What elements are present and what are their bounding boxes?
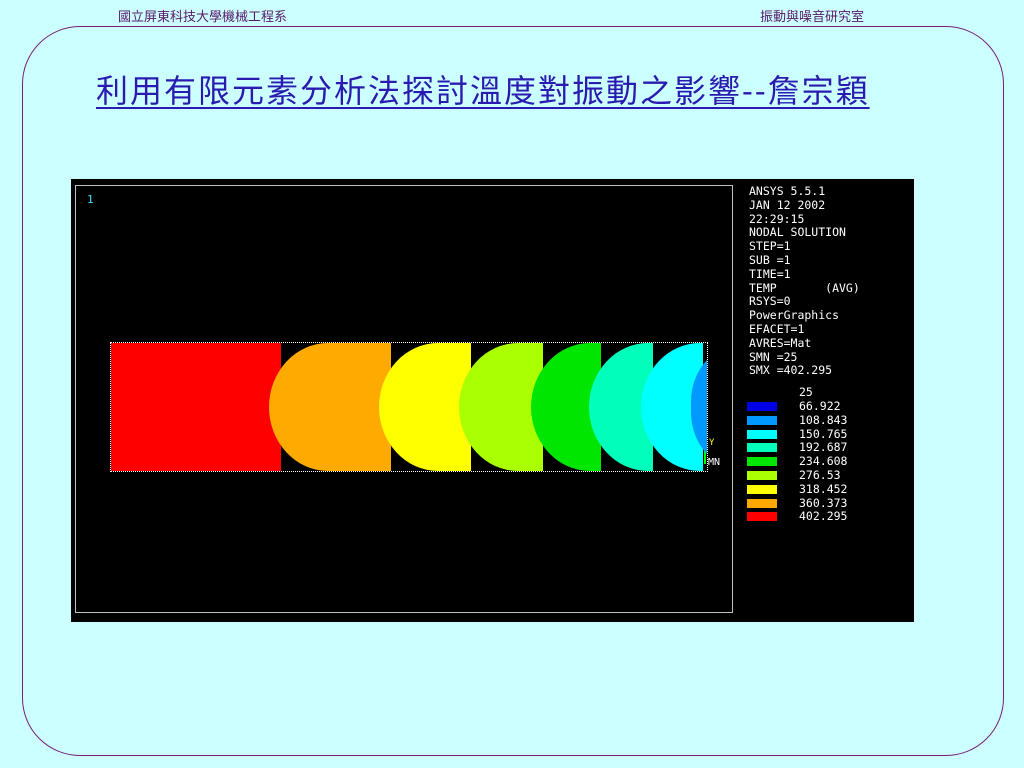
header-department: 國立屏東科技大學機械工程系 — [118, 10, 288, 25]
legend-value: 360.373 — [799, 495, 848, 510]
legend-swatch — [747, 457, 777, 467]
legend-min-value: 25 — [799, 385, 813, 399]
legend-value: 108.843 — [799, 412, 848, 427]
legend-swatch — [747, 429, 777, 439]
info-line: JAN 12 2002 — [749, 197, 826, 212]
window-number: 1 — [87, 193, 94, 206]
info-line: RSYS=0 — [749, 294, 791, 309]
legend-value: 318.452 — [799, 481, 848, 496]
plot-window: 1 MX X MN Y — [75, 185, 733, 613]
y-axis-triad: Y — [709, 438, 715, 448]
contour-band — [269, 343, 391, 471]
info-line: TEMP (AVG) — [749, 280, 860, 295]
legend-value: 276.53 — [799, 468, 841, 482]
info-line: SMN =25 — [749, 349, 798, 364]
legend-swatch — [747, 415, 777, 425]
legend-swatch — [747, 484, 777, 494]
info-line: STEP=1 — [749, 239, 791, 254]
info-line: ANSYS 5.5.1 — [749, 184, 826, 198]
legend-swatch — [747, 402, 777, 411]
slide-title: 利用有限元素分析法探討溫度對振動之影響--詹宗穎 — [96, 72, 870, 110]
legend-value: 150.765 — [799, 426, 848, 441]
ansys-screenshot: 1 MX X MN Y ANSYS 5.5.1JAN 12 200222:29:… — [71, 179, 914, 622]
legend-swatch — [747, 471, 777, 480]
contour-band — [379, 343, 471, 471]
legend-value: 234.608 — [799, 454, 848, 469]
info-line: AVRES=Mat — [749, 335, 812, 350]
info-line: EFACET=1 — [749, 321, 805, 336]
info-line: SMX =402.295 — [749, 363, 833, 378]
legend-swatch — [747, 443, 777, 453]
legend-value: 192.687 — [799, 440, 848, 455]
temperature-contour-beam — [110, 342, 708, 472]
legend-value: 402.295 — [799, 509, 848, 524]
info-line: PowerGraphics — [749, 308, 840, 323]
legend-swatch — [747, 498, 777, 508]
info-line: 22:29:15 — [749, 211, 805, 226]
info-line: SUB =1 — [749, 252, 791, 267]
header-lab: 振動與噪音研究室 — [760, 10, 865, 25]
min-marker: MN — [708, 457, 721, 468]
info-line: NODAL SOLUTION — [749, 225, 846, 240]
ansys-info-text: ANSYS 5.5.1 JAN 12 2002 22:29:15 NODAL SOLU… — [749, 184, 860, 378]
legend-value: 66.922 — [799, 399, 841, 413]
info-line: TIME=1 — [749, 266, 791, 281]
legend-swatch — [747, 512, 777, 522]
contour-band — [111, 343, 281, 471]
